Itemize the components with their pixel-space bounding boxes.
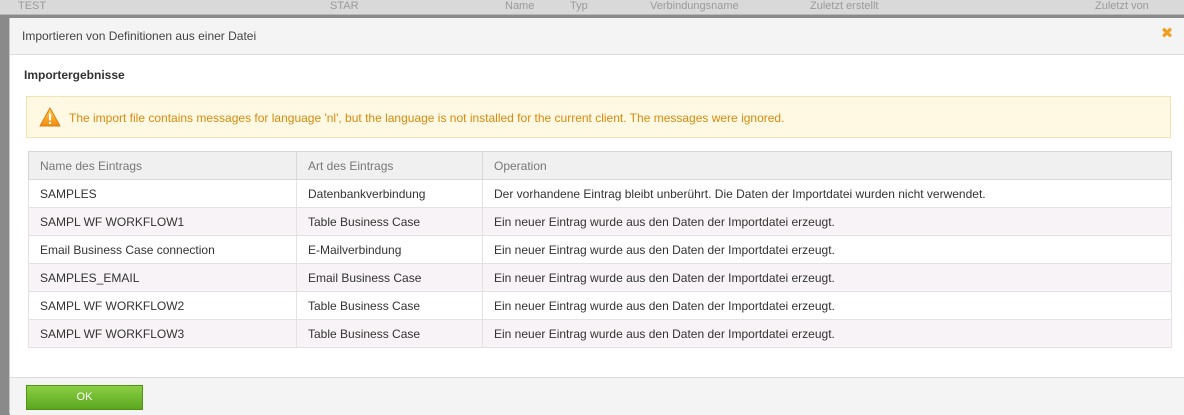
entry-operation-cell: Ein neuer Eintrag wurde aus den Daten de… xyxy=(482,291,1172,320)
table-row[interactable]: SAMPL WF WORKFLOW1 Table Business Case E… xyxy=(28,207,1172,236)
entry-operation-cell: Ein neuer Eintrag wurde aus den Daten de… xyxy=(482,207,1172,236)
table-row[interactable]: SAMPL WF WORKFLOW2 Table Business Case E… xyxy=(28,291,1172,320)
warning-message-box: The import file contains messages for la… xyxy=(26,96,1171,138)
entry-name-cell: SAMPL WF WORKFLOW2 xyxy=(28,291,297,320)
column-header-name[interactable]: Name des Eintrags xyxy=(28,151,297,180)
import-results-table: Name des Eintrags Art des Eintrags Opera… xyxy=(28,151,1172,348)
entry-type-cell: Table Business Case xyxy=(296,207,483,236)
table-row[interactable]: SAMPLES Datenbankverbindung Der vorhande… xyxy=(28,179,1172,208)
dialog-footer: OK xyxy=(10,377,1184,415)
entry-type-cell: Table Business Case xyxy=(296,291,483,320)
background-header-cell: Name xyxy=(505,0,535,12)
entry-name-cell: SAMPL WF WORKFLOW1 xyxy=(28,207,297,236)
entry-operation-cell: Ein neuer Eintrag wurde aus den Daten de… xyxy=(482,235,1172,264)
entry-name-cell: Email Business Case connection xyxy=(28,235,297,264)
dialog-title: Importieren von Definitionen aus einer D… xyxy=(22,29,257,43)
entry-operation-cell: Ein neuer Eintrag wurde aus den Daten de… xyxy=(482,263,1172,292)
warning-text: The import file contains messages for la… xyxy=(69,111,785,125)
section-title: Importergebnisse xyxy=(24,68,125,82)
dialog-title-bar[interactable]: Importieren von Definitionen aus einer D… xyxy=(10,18,1184,55)
background-header-cell: Verbindungsname xyxy=(650,0,739,12)
close-icon[interactable]: ✖ xyxy=(1159,26,1175,42)
background-table-header: TEST STAR Name Typ Verbindungsname Zulet… xyxy=(0,0,1184,15)
background-header-cell: Typ xyxy=(570,0,588,12)
table-row[interactable]: SAMPL WF WORKFLOW3 Table Business Case E… xyxy=(28,319,1172,348)
entry-type-cell: Email Business Case xyxy=(296,263,483,292)
table-row[interactable]: SAMPLES_EMAIL Email Business Case Ein ne… xyxy=(28,263,1172,292)
background-header-cell: TEST xyxy=(18,0,47,12)
column-header-operation[interactable]: Operation xyxy=(482,151,1172,180)
entry-operation-cell: Der vorhandene Eintrag bleibt unberührt.… xyxy=(482,179,1172,208)
entry-name-cell: SAMPLES xyxy=(28,179,297,208)
ok-button[interactable]: OK xyxy=(26,385,143,410)
column-header-type[interactable]: Art des Eintrags xyxy=(296,151,483,180)
background-header-cell: Zuletzt von xyxy=(1095,0,1149,12)
import-results-dialog: Importieren von Definitionen aus einer D… xyxy=(9,18,1184,415)
entry-name-cell: SAMPLES_EMAIL xyxy=(28,263,297,292)
entry-type-cell: Datenbankverbindung xyxy=(296,179,483,208)
warning-icon xyxy=(39,107,61,127)
entry-name-cell: SAMPL WF WORKFLOW3 xyxy=(28,319,297,348)
table-row[interactable]: Email Business Case connection E-Mailver… xyxy=(28,235,1172,264)
entry-operation-cell: Ein neuer Eintrag wurde aus den Daten de… xyxy=(482,319,1172,348)
entry-type-cell: Table Business Case xyxy=(296,319,483,348)
table-header-row: Name des Eintrags Art des Eintrags Opera… xyxy=(28,151,1172,180)
entry-type-cell: E-Mailverbindung xyxy=(296,235,483,264)
background-header-cell: STAR xyxy=(330,0,359,12)
background-header-cell: Zuletzt erstellt xyxy=(810,0,879,12)
